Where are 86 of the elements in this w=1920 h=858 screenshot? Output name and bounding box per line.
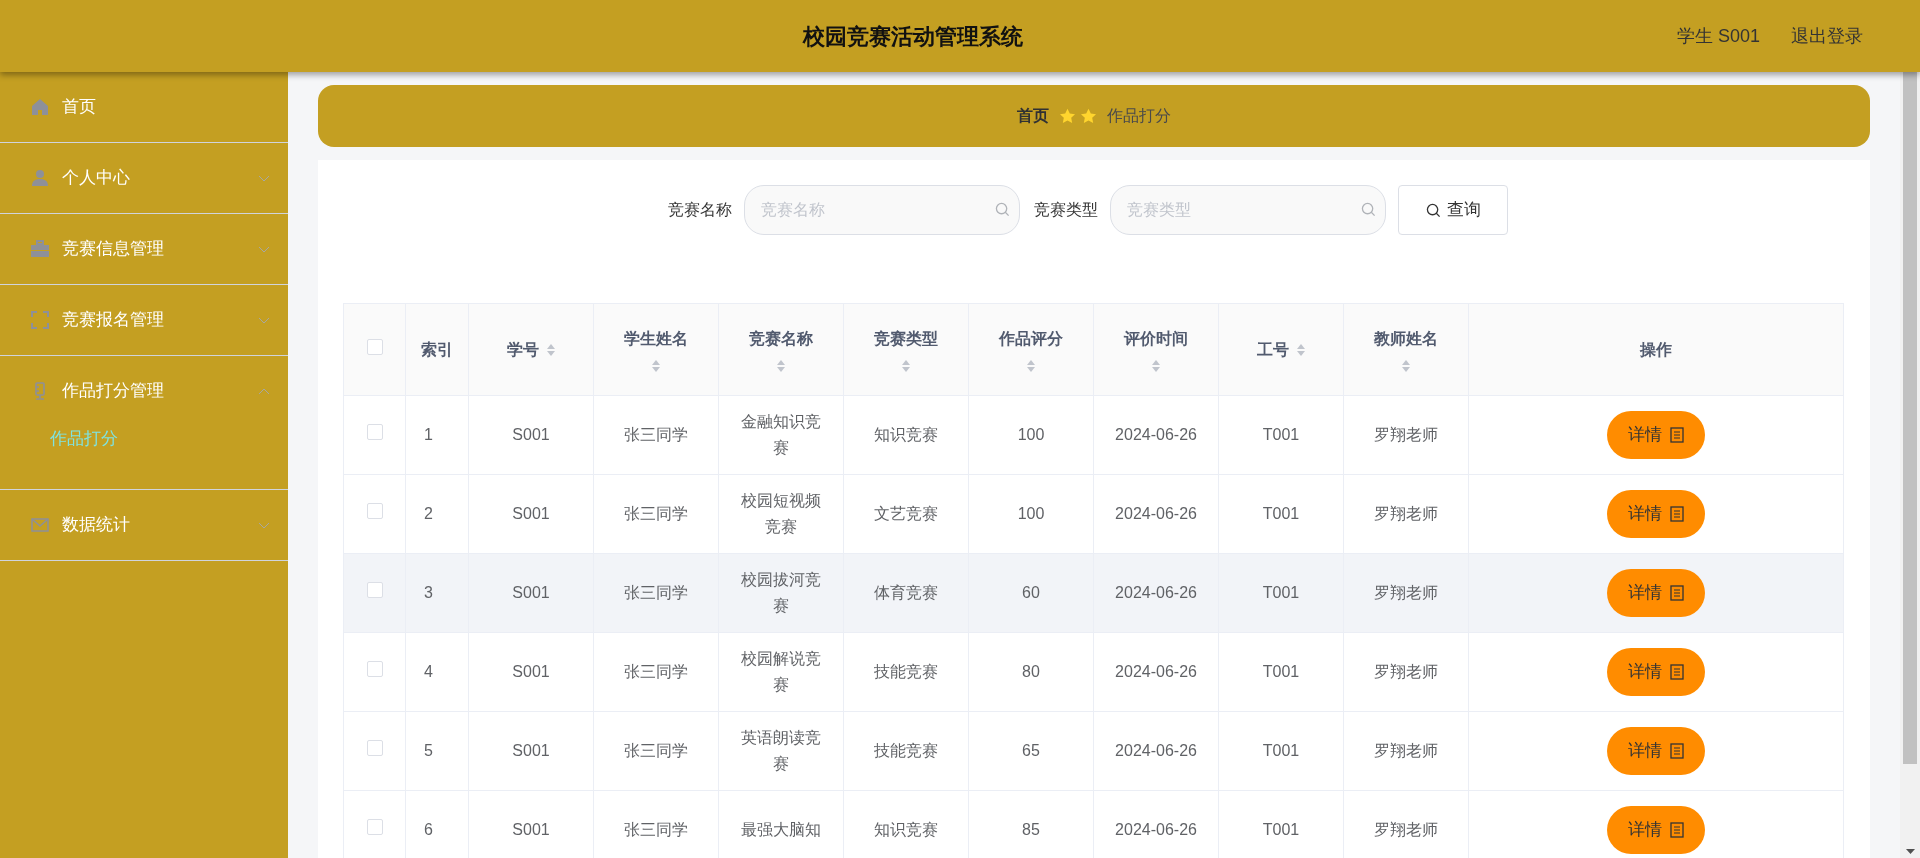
table-cell: T001 — [1262, 426, 1300, 443]
table-cell: T001 — [1262, 742, 1300, 759]
table-cell: 文艺竞赛 — [874, 505, 938, 522]
table-cell: T001 — [1262, 663, 1300, 680]
table-cell: 张三同学 — [624, 584, 688, 601]
detail-button[interactable]: 详情 — [1607, 806, 1705, 854]
column-header: 操作 — [1468, 303, 1844, 396]
table-cell: 技能竞赛 — [874, 742, 938, 759]
table-row[interactable]: 4 S001 张三同学 校园解说竞赛 技能竞赛 80 2024-06-26 T001 罗翔老师 详情 — [343, 632, 1844, 712]
detail-button[interactable]: 详情 — [1607, 727, 1705, 775]
logout-link[interactable]: 退出登录 — [1791, 22, 1863, 50]
detail-button[interactable]: 详情 — [1607, 490, 1705, 538]
app-title: 校园竞赛活动管理系统 — [803, 22, 1024, 51]
detail-button[interactable]: 详情 — [1607, 569, 1705, 617]
column-header[interactable]: 学生姓名 — [593, 303, 719, 396]
table-cell: 罗翔老师 — [1374, 426, 1438, 443]
table-cell: 罗翔老师 — [1374, 821, 1438, 838]
table-row[interactable]: 6 S001 张三同学 最强大脑知 知识竞赛 85 2024-06-26 T001 罗翔老师 详情 — [343, 790, 1844, 858]
table-cell: 知识竞赛 — [874, 821, 938, 838]
table-cell: 85 — [1022, 821, 1040, 838]
table-cell: 80 — [1022, 663, 1040, 680]
table-cell: 2 — [424, 505, 433, 522]
table-cell: 2024-06-26 — [1115, 584, 1197, 601]
query-button[interactable]: 查询 — [1398, 185, 1508, 235]
table-cell: 罗翔老师 — [1374, 505, 1438, 522]
search-label: 竞赛名称 — [668, 200, 732, 220]
detail-button[interactable]: 详情 — [1607, 411, 1705, 459]
table-cell: T001 — [1262, 821, 1300, 838]
table-cell: 校园解说竞赛 — [741, 650, 821, 693]
table-cell: 100 — [1017, 426, 1045, 443]
table-row[interactable]: 2 S001 张三同学 校园短视频竞赛 文艺竞赛 100 2024-06-26 T001 罗翔老师 详情 — [343, 474, 1844, 554]
table-cell: 罗翔老师 — [1374, 663, 1438, 680]
table-cell: 张三同学 — [624, 742, 688, 759]
table-cell: 技能竞赛 — [874, 663, 938, 680]
table-row[interactable]: 3 S001 张三同学 校园拔河竞赛 体育竞赛 60 2024-06-26 T001 罗翔老师 详情 — [343, 553, 1844, 633]
table-cell: 2024-06-26 — [1115, 821, 1197, 838]
column-header[interactable]: 教师姓名 — [1343, 303, 1469, 396]
table-cell: 体育竞赛 — [874, 584, 938, 601]
table-cell: 6 — [424, 821, 433, 838]
table-cell: 校园短视频竞赛 — [741, 492, 821, 535]
table-cell: 2024-06-26 — [1115, 426, 1197, 443]
table-cell: 罗翔老师 — [1374, 742, 1438, 759]
table-cell: 4 — [424, 663, 433, 680]
search-field[interactable]: 竞赛名称 — [744, 185, 1020, 235]
table-cell: 2024-06-26 — [1115, 505, 1197, 522]
table-cell: 3 — [424, 584, 433, 601]
search-label: 竞赛类型 — [1034, 200, 1098, 220]
table-cell: S001 — [512, 584, 550, 601]
column-header[interactable]: 工号 — [1218, 303, 1344, 396]
table-cell: S001 — [512, 742, 550, 759]
table-cell: T001 — [1262, 584, 1300, 601]
table-cell: S001 — [512, 663, 550, 680]
breadcrumb-current: 作品打分 — [1107, 106, 1171, 126]
column-header: 索引 — [405, 303, 469, 396]
table-cell: S001 — [512, 505, 550, 522]
table-cell: 5 — [424, 742, 433, 759]
column-header[interactable]: 作品评分 — [968, 303, 1094, 396]
table-cell: 65 — [1022, 742, 1040, 759]
table-cell: 100 — [1017, 505, 1045, 522]
column-header[interactable]: 学号 — [468, 303, 594, 396]
table-cell: 张三同学 — [624, 426, 688, 443]
table-cell: 2024-06-26 — [1115, 663, 1197, 680]
table-cell: 金融知识竞赛 — [741, 413, 821, 456]
table-cell: 张三同学 — [624, 505, 688, 522]
breadcrumb-home-link[interactable]: 首页 — [1017, 104, 1049, 128]
search-field[interactable]: 竞赛类型 — [1110, 185, 1386, 235]
table-row[interactable]: 1 S001 张三同学 金融知识竞赛 知识竞赛 100 2024-06-26 T001 罗翔老师 详情 — [343, 395, 1844, 475]
table-cell: 张三同学 — [624, 821, 688, 838]
table-cell: 2024-06-26 — [1115, 742, 1197, 759]
table-cell: S001 — [512, 821, 550, 838]
table-cell: 最强大脑知 — [741, 821, 821, 838]
table-cell: 张三同学 — [624, 663, 688, 680]
column-header[interactable]: 竞赛类型 — [843, 303, 969, 396]
table-cell: 1 — [424, 426, 433, 443]
column-header[interactable]: 竞赛名称 — [718, 303, 844, 396]
table-cell: 罗翔老师 — [1374, 584, 1438, 601]
table-cell: 英语朗读竞赛 — [741, 729, 821, 772]
user-label: 学生 S001 — [1676, 24, 1760, 48]
table-cell: S001 — [512, 426, 550, 443]
column-header[interactable]: 评价时间 — [1093, 303, 1219, 396]
table-cell: 知识竞赛 — [874, 426, 938, 443]
table-row[interactable]: 5 S001 张三同学 英语朗读竞赛 技能竞赛 65 2024-06-26 T001 罗翔老师 详情 — [343, 711, 1844, 791]
table-cell: 校园拔河竞赛 — [741, 571, 821, 614]
table-cell: 60 — [1022, 584, 1040, 601]
table-cell: T001 — [1262, 505, 1300, 522]
detail-button[interactable]: 详情 — [1607, 648, 1705, 696]
